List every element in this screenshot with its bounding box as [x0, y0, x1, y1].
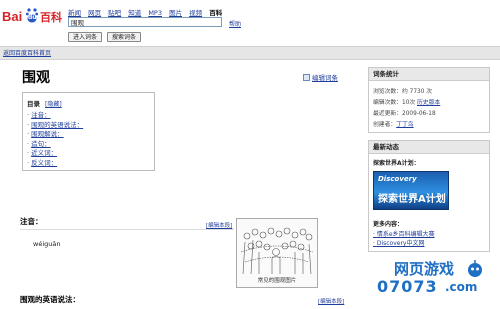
- help-link[interactable]: 帮助: [229, 19, 241, 28]
- crowd-image[interactable]: 常见的围观图片: [236, 218, 318, 288]
- creator-link[interactable]: 丁丁鸟: [396, 122, 413, 128]
- toc-item-antonym[interactable]: 反义词：: [31, 159, 57, 167]
- watermark-dotcom: .com: [445, 280, 478, 294]
- edits-value: 10次: [402, 100, 416, 106]
- section-zhuyin-heading: 注音：: [20, 217, 43, 226]
- pinyin-text: wéiguān: [33, 240, 61, 248]
- stat-creator: 创建者：丁丁鸟: [373, 119, 414, 128]
- search-entry-button[interactable]: 搜索词条: [107, 32, 141, 42]
- news-heading: 最新动态: [369, 141, 489, 154]
- breadcrumb-bar: [0, 46, 500, 60]
- toc-heading: 目录: [27, 100, 40, 108]
- section-zhuyin-edit-link[interactable]: [编辑本段]: [206, 221, 232, 229]
- nav-baike-current: 百科: [209, 9, 223, 17]
- views-label: 浏览次数：约: [373, 89, 408, 95]
- edit-icon: [303, 74, 310, 81]
- stat-edits: 编辑次数：10次 历史版本: [373, 97, 440, 106]
- discovery-banner[interactable]: Discovery 探索世界A计划: [373, 171, 449, 210]
- section-english-edit-link[interactable]: [编辑本段]: [318, 297, 344, 305]
- updated-label: 最近更新：: [373, 111, 402, 117]
- toc-item-sentence[interactable]: 造句：: [31, 140, 51, 148]
- nav-web[interactable]: 网页: [88, 9, 101, 17]
- logo-bai: Bai: [2, 9, 23, 24]
- toc-list: 注音： 围观的英语说法： 围观解说： 造句： 近义词： 反义词：: [27, 111, 83, 168]
- stat-updated: 最近更新：2009-06-18: [373, 108, 436, 117]
- section-zhuyin-divider: [20, 229, 234, 230]
- baidu-logo[interactable]: Bai du 百科: [2, 6, 64, 28]
- table-of-contents: 目录 [隐藏] 注音： 围观的英语说法： 围观解说： 造句： 近义词： 反义词：: [22, 92, 155, 171]
- updated-value: 2009-06-18: [402, 111, 436, 117]
- breadcrumb[interactable]: 返回百度百科首页: [3, 48, 51, 57]
- nav-news[interactable]: 新闻: [68, 9, 81, 17]
- stats-heading: 词条统计: [369, 68, 489, 81]
- more-link-discovery-label[interactable]: Discovery中文网: [377, 240, 425, 247]
- watermark-number: 07073: [377, 277, 438, 296]
- history-link[interactable]: 历史版本: [417, 100, 440, 106]
- nav-video[interactable]: 视频: [189, 9, 202, 17]
- logo-baike: 百科: [40, 11, 62, 24]
- stats-panel: 词条统计 浏览次数：约 7730 次 编辑次数：10次 历史版本 最近更新：20…: [368, 67, 490, 133]
- edits-label: 编辑次数：: [373, 100, 402, 106]
- enter-entry-button[interactable]: 进入词条: [68, 32, 102, 42]
- crowd-sketch: [241, 227, 313, 274]
- watermark-cn: 网页游戏: [394, 260, 455, 278]
- search-input[interactable]: 围观: [68, 17, 222, 27]
- views-value: 7730: [409, 89, 425, 95]
- edit-entry-label[interactable]: 编辑词条: [312, 74, 338, 82]
- top-nav: 新闻 网页 贴吧 知道 MP3 图片 视频 百科: [68, 7, 227, 17]
- page-title: 围观: [22, 70, 50, 86]
- stat-views: 浏览次数：约 7730 次: [373, 86, 432, 95]
- more-label: 更多内容：: [373, 221, 404, 228]
- edit-entry-link[interactable]: 编辑词条: [303, 72, 338, 82]
- nav-tieba[interactable]: 贴吧: [108, 9, 121, 17]
- views-unit: 次: [426, 89, 433, 95]
- logo-du: du: [28, 14, 37, 21]
- section-english-heading: 围观的英语说法：: [20, 295, 80, 304]
- discovery-plan-text: 探索世界A计划: [378, 194, 446, 205]
- toc-item-english[interactable]: 围观的英语说法：: [31, 121, 83, 129]
- nav-images[interactable]: 图片: [169, 9, 182, 17]
- image-caption: 常见的围观图片: [257, 278, 297, 284]
- explore-title: 探索世界A计划：: [373, 160, 420, 167]
- toc-hide-link[interactable]: [隐藏]: [45, 99, 62, 108]
- nav-mp3[interactable]: MP3: [148, 9, 162, 17]
- toc-item-explanation[interactable]: 围观解说：: [31, 130, 64, 138]
- more-link-contest[interactable]: · 情系e乡百科编辑大赛: [373, 229, 435, 238]
- creator-label: 创建者：: [373, 122, 397, 128]
- toc-item-synonym[interactable]: 近义词：: [31, 149, 57, 157]
- more-link-contest-label[interactable]: 情系e乡百科编辑大赛: [377, 231, 435, 238]
- more-link-discovery[interactable]: · Discovery中文网: [373, 238, 424, 247]
- watermark-mascot-icon: [465, 260, 485, 282]
- toc-item-zhuyin[interactable]: 注音：: [31, 111, 51, 119]
- discovery-logo-text: Discovery: [378, 175, 417, 183]
- nav-zhidao[interactable]: 知道: [128, 9, 141, 17]
